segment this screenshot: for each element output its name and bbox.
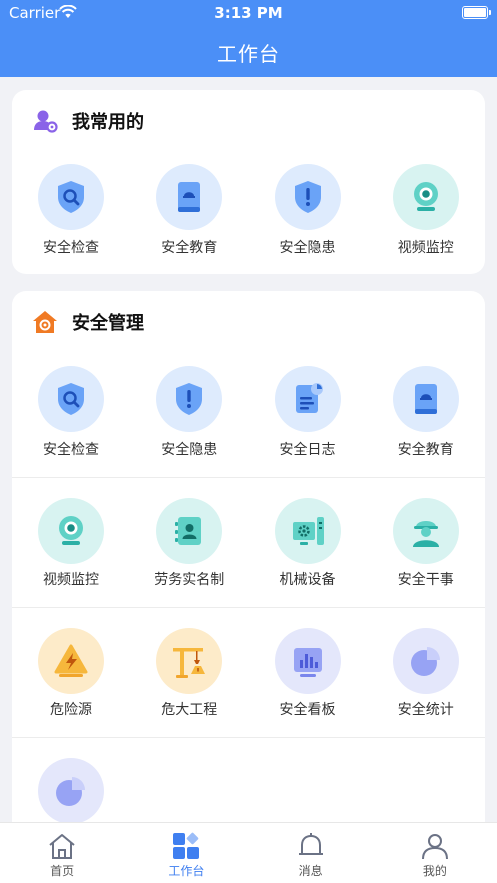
- tab-bar: 首页 工作台 消息 我的: [0, 822, 497, 883]
- favorites-title: 我常用的: [72, 112, 144, 133]
- machine-icon: [274, 498, 341, 564]
- tab-label: 我的: [422, 864, 447, 878]
- house-gear-icon: [33, 311, 57, 333]
- tile-label: 安全隐患: [161, 442, 218, 458]
- tab-workbench[interactable]: 工作台: [124, 823, 248, 883]
- tile-label: 安全教育: [397, 442, 454, 458]
- management-header: 安全管理: [32, 307, 144, 337]
- shield-alert-icon: [274, 164, 341, 230]
- battery-icon: [462, 6, 491, 19]
- status-bar: Carrier 3:13 PM: [0, 0, 497, 26]
- tab-me[interactable]: 我的: [373, 823, 497, 883]
- management-title: 安全管理: [72, 313, 144, 334]
- tile-label: 视频监控: [397, 240, 454, 256]
- tile-safety-inspection[interactable]: 安全检查: [12, 155, 130, 285]
- tile-safety-dashboard[interactable]: 安全看板: [249, 608, 367, 737]
- favorites-row: 安全检查 安全教育 安全隐患 视频监控: [12, 155, 485, 285]
- tile-safety-statistics[interactable]: 安全统计: [367, 608, 485, 737]
- tab-label: 首页: [50, 864, 75, 878]
- crane-icon: [156, 628, 223, 694]
- log-icon: [274, 366, 341, 432]
- favorites-header: 我常用的: [32, 106, 144, 136]
- tab-label: 工作台: [168, 864, 205, 878]
- management-row-1: 安全检查 安全隐患 安全日志 安全教育: [12, 357, 485, 487]
- tile-machinery[interactable]: 机械设备: [249, 478, 367, 607]
- tile-major-projects[interactable]: 危大工程: [130, 608, 248, 737]
- shield-alert-icon: [156, 366, 223, 432]
- tile-safety-log[interactable]: 安全日志: [249, 357, 367, 487]
- shield-search-icon: [38, 164, 104, 230]
- tile-safety-education[interactable]: 安全教育: [367, 357, 485, 487]
- tile-video-monitoring[interactable]: 视频监控: [367, 155, 485, 285]
- tile-label: 危大工程: [161, 702, 218, 718]
- pie-chart-icon: [38, 758, 104, 824]
- status-time: 3:13 PM: [214, 4, 283, 22]
- tile-label: 安全看板: [279, 702, 336, 718]
- camera-icon: [38, 498, 104, 564]
- tile-video-monitoring[interactable]: 视频监控: [12, 478, 130, 607]
- tile-label: 安全检查: [43, 240, 99, 256]
- tile-safety-hazard[interactable]: 安全隐患: [249, 155, 367, 285]
- dashboard-icon: [274, 628, 341, 694]
- favorites-card: 我常用的 安全检查 安全教育 安全隐患 视频监控: [12, 90, 485, 274]
- book-icon: [392, 366, 459, 432]
- tile-label: 安全干事: [397, 572, 454, 588]
- tile-label: 安全日志: [279, 442, 336, 458]
- tile-label: 安全统计: [397, 702, 454, 718]
- management-card: 安全管理 安全检查 安全隐患 安全日志 安全教育 视频监控 劳务实名制 机械设备…: [12, 291, 485, 851]
- tab-home[interactable]: 首页: [0, 823, 124, 883]
- book-icon: [156, 164, 223, 230]
- app-header: Carrier 3:13 PM 工作台: [0, 0, 497, 77]
- home-icon: [49, 834, 75, 859]
- tile-safety-officer[interactable]: 安全干事: [367, 478, 485, 607]
- tile-label: 安全教育: [161, 240, 218, 256]
- tile-real-name-labor[interactable]: 劳务实名制: [130, 478, 248, 607]
- tile-safety-hazard[interactable]: 安全隐患: [130, 357, 248, 487]
- workbench-icon: [173, 832, 200, 859]
- bell-icon: [298, 833, 323, 855]
- management-row-2: 视频监控 劳务实名制 机械设备 安全干事: [12, 477, 485, 607]
- tile-label: 危险源: [50, 702, 92, 718]
- management-row-3: 危险源 危大工程 安全看板 安全统计: [12, 607, 485, 737]
- user-icon: [421, 834, 448, 860]
- tile-label: 安全隐患: [279, 240, 336, 256]
- hazard-icon: [38, 628, 104, 694]
- tile-label: 劳务实名制: [154, 572, 225, 588]
- tab-label: 消息: [298, 864, 323, 878]
- user-settings-icon: [34, 110, 58, 133]
- pie-chart-icon: [392, 628, 459, 694]
- camera-icon: [392, 164, 459, 230]
- tile-safety-inspection[interactable]: 安全检查: [12, 357, 130, 487]
- id-card-icon: [156, 498, 223, 564]
- tile-label: 安全检查: [43, 442, 99, 458]
- tile-label: 机械设备: [279, 572, 336, 588]
- page-title: 工作台: [217, 42, 280, 66]
- tab-messages[interactable]: 消息: [249, 823, 373, 883]
- shield-search-icon: [38, 366, 104, 432]
- tile-safety-education[interactable]: 安全教育: [130, 155, 248, 285]
- worker-icon: [392, 498, 459, 564]
- tile-hazard-source[interactable]: 危险源: [12, 608, 130, 737]
- tile-label: 视频监控: [43, 572, 99, 588]
